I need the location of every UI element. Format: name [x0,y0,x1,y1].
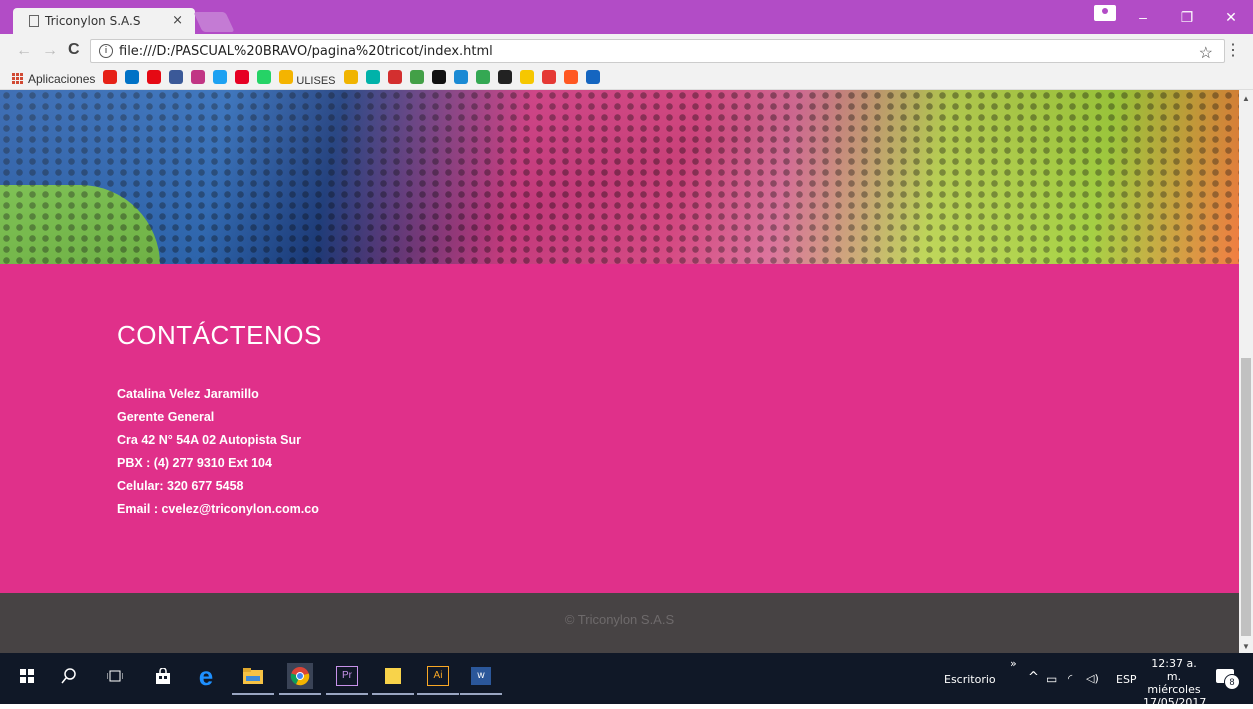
bookmark-icon[interactable] [563,70,578,84]
browser-tab[interactable]: Triconylon S.A.S × [13,8,195,34]
illustrator-icon[interactable]: Ai [417,663,459,695]
banner-shading [0,90,1239,264]
windows-start-icon[interactable] [14,663,40,689]
scroll-down-icon[interactable]: ▼ [1242,642,1250,651]
bookmark-icon[interactable] [409,70,424,84]
clock[interactable]: 12:37 a. m. miércoles 17/05/2017 [1143,657,1207,709]
back-button[interactable]: ← [16,42,32,60]
bookmark-icon[interactable] [541,70,556,84]
bookmark-icon[interactable] [387,70,402,84]
sticky-notes-icon[interactable] [372,663,414,695]
address-bar[interactable]: i file:///D:/PASCUAL%20BRAVO/pagina%20tr… [90,39,1225,63]
apps-grid-icon[interactable] [12,73,23,84]
premiere-icon[interactable]: Pr [326,663,368,695]
contact-name: Catalina Velez Jaramillo [117,387,259,401]
footer-copyright: © Triconylon S.A.S [564,612,675,627]
contact-heading: CONTÁCTENOS [117,320,322,350]
language-indicator[interactable]: ESP [1116,673,1137,686]
notification-count-badge: 8 [1224,674,1240,690]
forward-button[interactable]: → [42,42,58,60]
bookmark-icon[interactable] [475,70,490,84]
contact-section: CONTÁCTENOS Catalina Velez Jaramillo Ger… [0,264,1239,593]
show-hidden-icons-icon[interactable]: ^ [1028,670,1039,685]
scroll-up-icon[interactable]: ▲ [1242,94,1250,103]
bookmark-icon[interactable] [213,70,228,84]
fabric-banner-image [0,90,1239,264]
action-center-icon[interactable]: 8 [1216,669,1240,690]
info-icon[interactable]: i [99,44,113,58]
bookmark-icon[interactable] [125,70,140,84]
new-tab-button[interactable] [193,12,235,32]
contact-cell: Celular: 320 677 5458 [117,479,244,493]
task-view-icon[interactable] [102,663,128,689]
desktop-toolbar-label[interactable]: Escritorio [944,673,996,686]
clock-time: 12:37 a. m. [1151,657,1197,683]
reload-button[interactable]: C [68,41,80,59]
close-window-button[interactable]: ✕ [1209,0,1253,34]
bookmark-icon[interactable] [585,70,600,84]
bookmark-icon[interactable] [191,70,206,84]
scrollbar-thumb[interactable] [1241,358,1251,636]
chrome-icon[interactable] [279,663,321,695]
contact-role: Gerente General [117,410,215,424]
bookmark-icon[interactable] [235,70,250,84]
browser-toolbar: ← → C i file:///D:/PASCUAL%20BRAVO/pagin… [0,34,1253,68]
tab-close-icon[interactable]: × [172,13,183,28]
apps-bookmark[interactable]: Aplicaciones [28,72,95,86]
bookmark-icon[interactable] [343,70,358,84]
page-icon [29,15,39,27]
bookmark-icon[interactable] [147,70,162,84]
wifi-icon[interactable]: ◜ [1068,672,1072,685]
bookmark-star-icon[interactable]: ☆ [1199,43,1213,63]
bookmark-icon[interactable] [103,70,118,84]
bookmark-icon[interactable] [431,70,446,84]
page-content: CONTÁCTENOS Catalina Velez Jaramillo Ger… [0,90,1239,653]
battery-icon[interactable]: ▭ [1046,672,1057,686]
search-icon[interactable] [56,663,82,689]
word-icon[interactable]: w [460,663,502,695]
minimize-button[interactable]: – [1121,0,1165,34]
bookmark-icon[interactable] [453,70,468,84]
store-icon[interactable] [150,663,176,689]
bookmark-icon[interactable] [279,70,294,84]
edge-icon[interactable]: e [193,663,219,689]
file-explorer-icon[interactable] [232,663,274,695]
contact-email[interactable]: Email : cvelez@triconylon.com.co [117,498,319,521]
volume-icon[interactable]: ◁) [1086,672,1099,685]
browser-menu-icon[interactable]: ⋮ [1225,40,1241,60]
contact-details: Catalina Velez Jaramillo Gerente General… [117,383,319,521]
url-text: file:///D:/PASCUAL%20BRAVO/pagina%20tric… [119,43,493,59]
bookmark-icon[interactable] [519,70,534,84]
browser-title-bar: Triconylon S.A.S × – ❐ ✕ [0,0,1253,34]
windows-taskbar: e Pr Ai w » Escritorio ^ ▭ ◜ ◁) ESP 12:3… [0,653,1253,709]
tab-title: Triconylon S.A.S [45,14,141,28]
bookmark-icon[interactable] [497,70,512,84]
ulises-bookmark-label[interactable]: ULISES [296,75,335,87]
clock-date: 17/05/2017 [1143,696,1207,709]
restore-button[interactable]: ❐ [1165,0,1209,34]
bookmark-icons: ULISES [95,70,600,87]
bookmarks-bar: Aplicaciones ULISES [0,68,1253,90]
vertical-scrollbar[interactable]: ▲ ▼ [1239,90,1253,653]
contact-pbx: PBX : (4) 277 9310 Ext 104 [117,456,272,470]
page-footer: © Triconylon S.A.S [0,593,1239,653]
contact-address: Cra 42 N° 54A 02 Autopista Sur [117,433,301,447]
clock-day: miércoles [1147,683,1201,696]
bookmark-icon[interactable] [257,70,272,84]
tray-more[interactable]: » [1010,657,1017,670]
profile-icon[interactable] [1094,5,1116,21]
bookmark-icon[interactable] [169,70,184,84]
bookmark-icon[interactable] [365,70,380,84]
